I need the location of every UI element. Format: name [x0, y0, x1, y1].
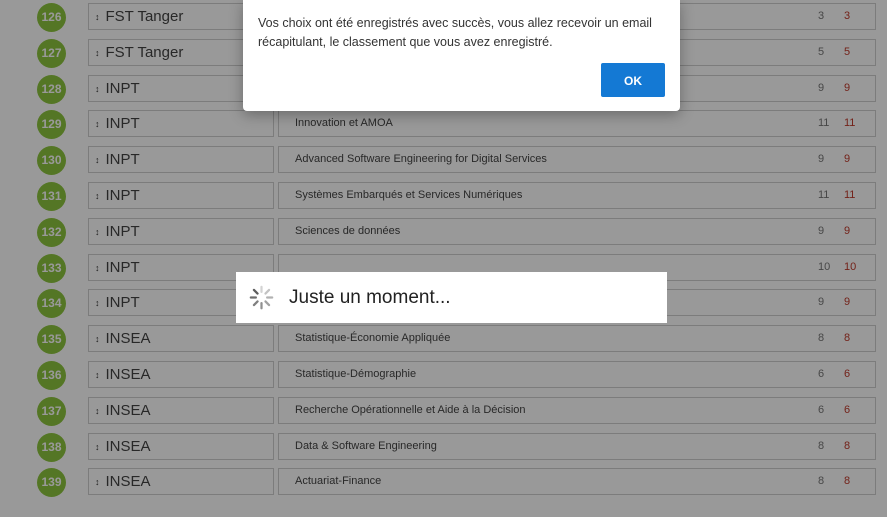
loading-box: Juste un moment... [236, 272, 667, 323]
loading-text: Juste un moment... [289, 287, 451, 308]
alert-message: Vos choix ont été enregistrés avec succè… [258, 16, 652, 49]
ok-button[interactable]: OK [601, 63, 665, 97]
spinner-icon [249, 285, 274, 310]
success-alert-dialog: Vos choix ont été enregistrés avec succè… [243, 0, 680, 111]
